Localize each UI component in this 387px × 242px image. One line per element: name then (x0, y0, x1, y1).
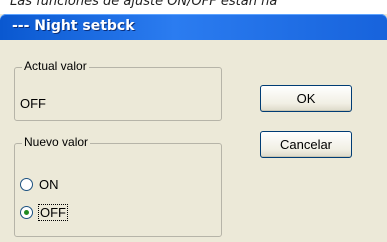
radio-on[interactable]: ON (20, 177, 59, 192)
actual-valor-legend: Actual valor (22, 59, 89, 73)
dialog-title: --- Night setbck (12, 18, 135, 34)
radio-on-circle-icon[interactable] (20, 178, 33, 191)
cancel-button[interactable]: Cancelar (260, 131, 352, 158)
nuevo-valor-legend: Nuevo valor (22, 135, 91, 149)
dialog-titlebar[interactable]: --- Night setbck (0, 14, 387, 40)
radio-off-label[interactable]: OFF (38, 204, 68, 221)
radio-off[interactable]: OFF (20, 204, 68, 221)
ok-button[interactable]: OK (260, 85, 352, 112)
actual-value-text: OFF (20, 96, 46, 111)
background-caption: Las funciones de ajuste ON/OFF están ha (10, 0, 278, 9)
actual-valor-group: Actual valor (14, 59, 222, 121)
night-setback-dialog: --- Night setbck Actual valor OFF Nuevo … (0, 14, 387, 242)
radio-on-label[interactable]: ON (39, 177, 59, 192)
radio-off-circle-icon[interactable] (20, 206, 33, 219)
